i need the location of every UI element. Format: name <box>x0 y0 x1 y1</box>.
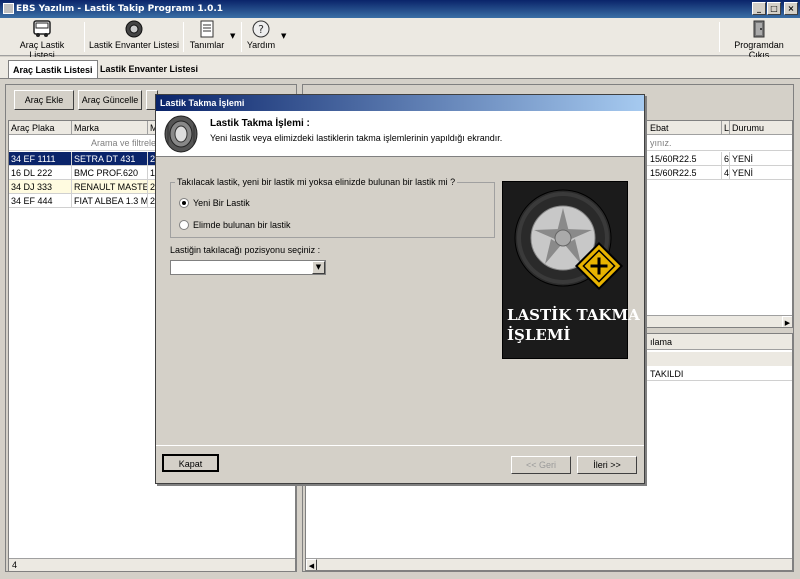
cell-l: 4( <box>724 166 730 180</box>
cell-marka: RENAULT MASTER <box>74 180 148 194</box>
tab-lastik-envanter-listesi[interactable]: Lastik Envanter Listesi <box>96 60 202 78</box>
toolbar-separator <box>241 22 242 52</box>
cell-plaka: 34 DJ 333 <box>9 180 72 194</box>
dialog-header-description: Yeni lastik veya elimizdeki lastiklerin … <box>210 133 503 143</box>
illustration-caption-line1: LASTİK TAKMA <box>507 306 640 324</box>
cell-l: 6( <box>724 152 730 166</box>
column-header-durumu[interactable]: Durumu <box>730 121 792 135</box>
column-header-ebat[interactable]: Ebat <box>648 121 722 135</box>
exit-door-icon <box>753 20 765 38</box>
kapat-button[interactable]: Kapat <box>162 454 219 472</box>
cell-plaka: 16 DL 222 <box>9 166 72 180</box>
arac-ekle-button[interactable]: Araç Ekle <box>14 90 74 110</box>
horizontal-scrollbar[interactable]: ◀ <box>306 558 792 570</box>
window-titlebar: EBS Yazılım - Lastik Takip Programı 1.0.… <box>0 0 800 18</box>
lastik-takma-illustration: LASTİK TAKMA İŞLEMİ <box>502 181 640 359</box>
radio-elimde-lastik[interactable] <box>179 220 189 230</box>
cell-durum: YENİ <box>730 166 792 180</box>
tire-source-group: Takılacak lastik, yeni bir lastik mi yok… <box>170 177 495 238</box>
toolbar-label: Tanımlar <box>189 40 225 50</box>
cell-status: TAKILDI <box>648 367 792 381</box>
tab-bar: Araç Lastik Listesi Lastik Envanter List… <box>0 57 800 79</box>
cell-plaka: 34 EF 444 <box>9 194 72 208</box>
dialog-header: Lastik Takma İşlemi : Yeni lastik veya e… <box>156 111 644 157</box>
tab-arac-lastik-listesi[interactable]: Araç Lastik Listesi <box>8 60 98 78</box>
cell-marka: FIAT ALBEA 1.3 M. <box>74 194 148 208</box>
cell-marka: SETRA DT 431 <box>72 152 148 166</box>
toolbar-label: Lastik Envanter Listesi <box>88 40 180 50</box>
document-icon <box>200 20 214 38</box>
radio-elimde-lastik-label[interactable]: Elimde bulunan bir lastik <box>193 220 291 230</box>
window-title: EBS Yazılım - Lastik Takip Programı 1.0.… <box>16 4 224 14</box>
geri-button[interactable]: << Geri <box>511 456 571 474</box>
column-header-plaka[interactable]: Araç Plaka <box>9 121 72 135</box>
column-header-marka[interactable]: Marka <box>72 121 148 135</box>
lastik-takma-dialog: Lastik Takma İşlemi Lastik Takma İşlemi … <box>155 94 645 484</box>
yardim-dropdown-icon[interactable]: ▼ <box>281 32 286 40</box>
row-count: 4 <box>12 560 18 570</box>
scroll-right-icon[interactable]: ▶ <box>782 316 792 327</box>
svg-text:?: ? <box>258 23 264 36</box>
dialog-title: Lastik Takma İşlemi <box>160 98 245 108</box>
cell-durum: YENİ <box>730 152 792 166</box>
minimize-button[interactable]: _ <box>752 2 766 15</box>
position-label: Lastiğin takılacağı pozisyonu seçiniz : <box>170 245 321 255</box>
radio-yeni-lastik[interactable] <box>179 198 189 208</box>
app-icon <box>3 3 14 14</box>
column-header-aciklama[interactable]: ılama <box>648 334 792 350</box>
filter-hint: Arama ve filtreler <box>91 138 160 148</box>
group-label: Takılacak lastik, yeni bir lastik mi yok… <box>175 177 458 187</box>
tire-stack-icon <box>164 115 198 153</box>
ileri-button[interactable]: İleri >> <box>577 456 637 474</box>
tire-icon <box>125 20 143 38</box>
tanimlar-dropdown-icon[interactable]: ▼ <box>230 32 235 40</box>
dialog-titlebar: Lastik Takma İşlemi <box>156 95 644 111</box>
toolbar: Araç Lastik Listesi Lastik Envanter List… <box>0 18 800 60</box>
help-icon: ? <box>252 20 270 38</box>
toolbar-label: Yardım <box>246 40 276 50</box>
maximize-button[interactable]: □ <box>767 2 781 15</box>
cell-ebat: 15/60R22.5 <box>648 166 722 180</box>
cell-plaka: 34 EF 1111 <box>9 152 72 166</box>
dialog-header-title: Lastik Takma İşlemi : <box>210 118 310 129</box>
chevron-down-icon[interactable]: ▼ <box>312 261 325 274</box>
column-header-l[interactable]: L <box>722 121 730 135</box>
toolbar-separator <box>719 22 720 52</box>
scroll-left-icon[interactable]: ◀ <box>306 559 317 570</box>
radio-yeni-lastik-label[interactable]: Yeni Bir Lastik <box>193 198 250 208</box>
filter-hint: yınız. <box>650 138 672 148</box>
programdan-cikis-button[interactable]: Programdan Çıkış <box>724 20 794 60</box>
lastik-envanter-listesi-button[interactable]: Lastik Envanter Listesi <box>88 20 180 54</box>
table-footer: 4 <box>9 558 295 571</box>
cell-marka: BMC PROF.620 <box>72 166 148 180</box>
arac-guncelle-button[interactable]: Araç Güncelle <box>78 90 142 110</box>
arac-lastik-listesi-button[interactable]: Araç Lastik Listesi <box>6 20 78 60</box>
position-select[interactable]: ▼ <box>170 260 326 275</box>
toolbar-separator <box>84 22 85 52</box>
yardim-button[interactable]: ? Yardım <box>246 20 276 54</box>
wheel-image <box>514 189 624 291</box>
close-window-button[interactable]: × <box>784 2 798 15</box>
illustration-caption-line2: İŞLEMİ <box>507 326 571 344</box>
toolbar-separator <box>183 22 184 52</box>
tanimlar-button[interactable]: Tanımlar <box>188 20 226 54</box>
dialog-divider <box>156 445 644 446</box>
cell-ebat: 15/60R22.5 <box>648 152 722 166</box>
bus-icon <box>33 20 51 37</box>
